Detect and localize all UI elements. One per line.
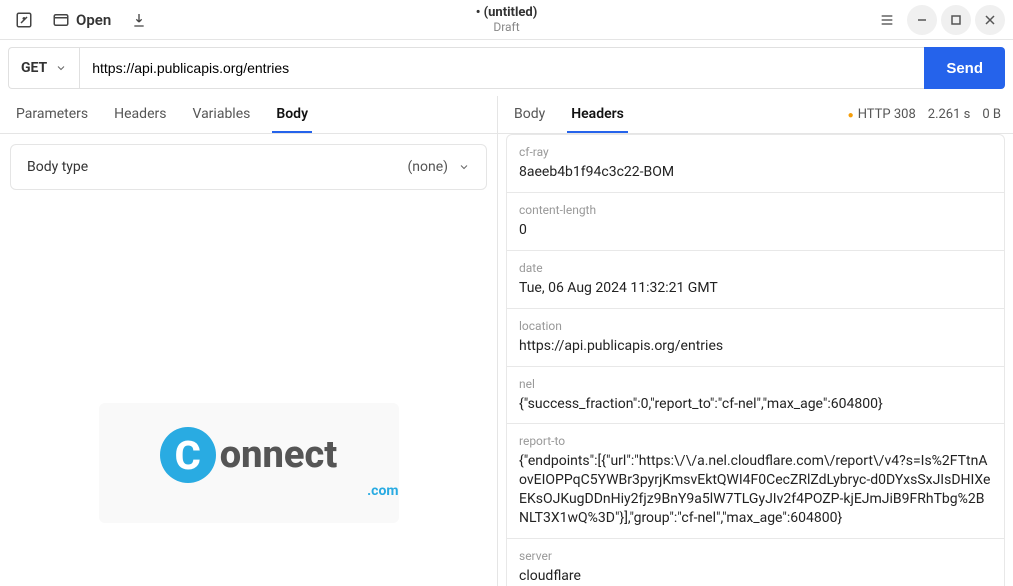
header-row: nel {"success_fraction":0,"report_to":"cf… [506,366,1005,424]
body-type-select[interactable]: Body type (none) [10,144,487,190]
body-type-label: Body type [27,159,88,175]
header-row: location https://api.publicapis.org/entri… [506,308,1005,366]
title-center: • (untitled) Draft [476,5,538,34]
open-label: Open [76,11,111,29]
logo-zone: C onnect .com [0,200,497,586]
request-status: Draft [476,20,538,34]
logo-c-icon: C [160,427,216,483]
open-button[interactable]: Open [44,7,119,33]
tab-response-headers[interactable]: Headers [567,96,628,133]
header-name: location [519,319,992,333]
chevron-down-icon [55,62,67,74]
main-split: Parameters Headers Variables Body Body t… [0,96,1013,586]
send-button[interactable]: Send [924,47,1005,89]
title-bar-right [871,4,1005,36]
header-value: {"endpoints":[{"url":"https:\/\/a.nel.cl… [519,452,992,528]
header-name: cf-ray [519,145,992,159]
tab-variables[interactable]: Variables [188,96,254,133]
close-button[interactable] [975,5,1005,35]
request-pane: Parameters Headers Variables Body Body t… [0,96,498,586]
response-status: ●HTTP 308 2.261 s 0 B [848,107,1001,122]
header-value: cloudflare [519,567,992,586]
request-title: • (untitled) [476,5,538,20]
maximize-button[interactable] [941,5,971,35]
body-type-value: (none) [407,159,470,175]
menu-button[interactable] [871,4,903,36]
method-select[interactable]: GET [8,47,79,89]
tab-parameters[interactable]: Parameters [12,96,92,133]
header-row: server cloudflare [506,538,1005,586]
status-code: ●HTTP 308 [848,107,916,122]
header-value: 0 [519,221,992,240]
method-label: GET [21,60,47,76]
response-tabs: Body Headers ●HTTP 308 2.261 s 0 B [498,96,1013,134]
header-name: server [519,549,992,563]
chevron-down-icon [458,161,470,173]
tab-body[interactable]: Body [272,96,312,133]
title-bar: Open • (untitled) Draft [0,0,1013,40]
header-value: {"success_fraction":0,"report_to":"cf-ne… [519,395,992,414]
header-value: Tue, 06 Aug 2024 11:32:21 GMT [519,279,992,298]
header-row: content-length 0 [506,192,1005,250]
response-pane: Body Headers ●HTTP 308 2.261 s 0 B cf-ra… [498,96,1013,586]
header-name: content-length [519,203,992,217]
minimize-button[interactable] [907,5,937,35]
header-row: report-to {"endpoints":[{"url":"https:\/\… [506,423,1005,538]
connect-logo: C onnect .com [99,403,399,523]
header-value: 8aeeb4b1f94c3c22-BOM [519,163,992,182]
header-name: date [519,261,992,275]
title-bar-left: Open [8,4,155,36]
url-input[interactable] [79,47,924,89]
import-button[interactable] [123,4,155,36]
header-name: nel [519,377,992,391]
tab-response-body[interactable]: Body [510,96,549,133]
header-name: report-to [519,434,992,448]
status-size: 0 B [982,107,1001,122]
request-tabs: Parameters Headers Variables Body [0,96,497,134]
response-headers-list[interactable]: cf-ray 8aeeb4b1f94c3c22-BOM content-length… [498,134,1013,586]
new-request-button[interactable] [8,4,40,36]
header-row: cf-ray 8aeeb4b1f94c3c22-BOM [506,134,1005,192]
header-row: date Tue, 06 Aug 2024 11:32:21 GMT [506,250,1005,308]
header-value: https://api.publicapis.org/entries [519,337,992,356]
tab-request-headers[interactable]: Headers [110,96,170,133]
url-bar: GET Send [0,40,1013,96]
status-time: 2.261 s [928,107,971,122]
